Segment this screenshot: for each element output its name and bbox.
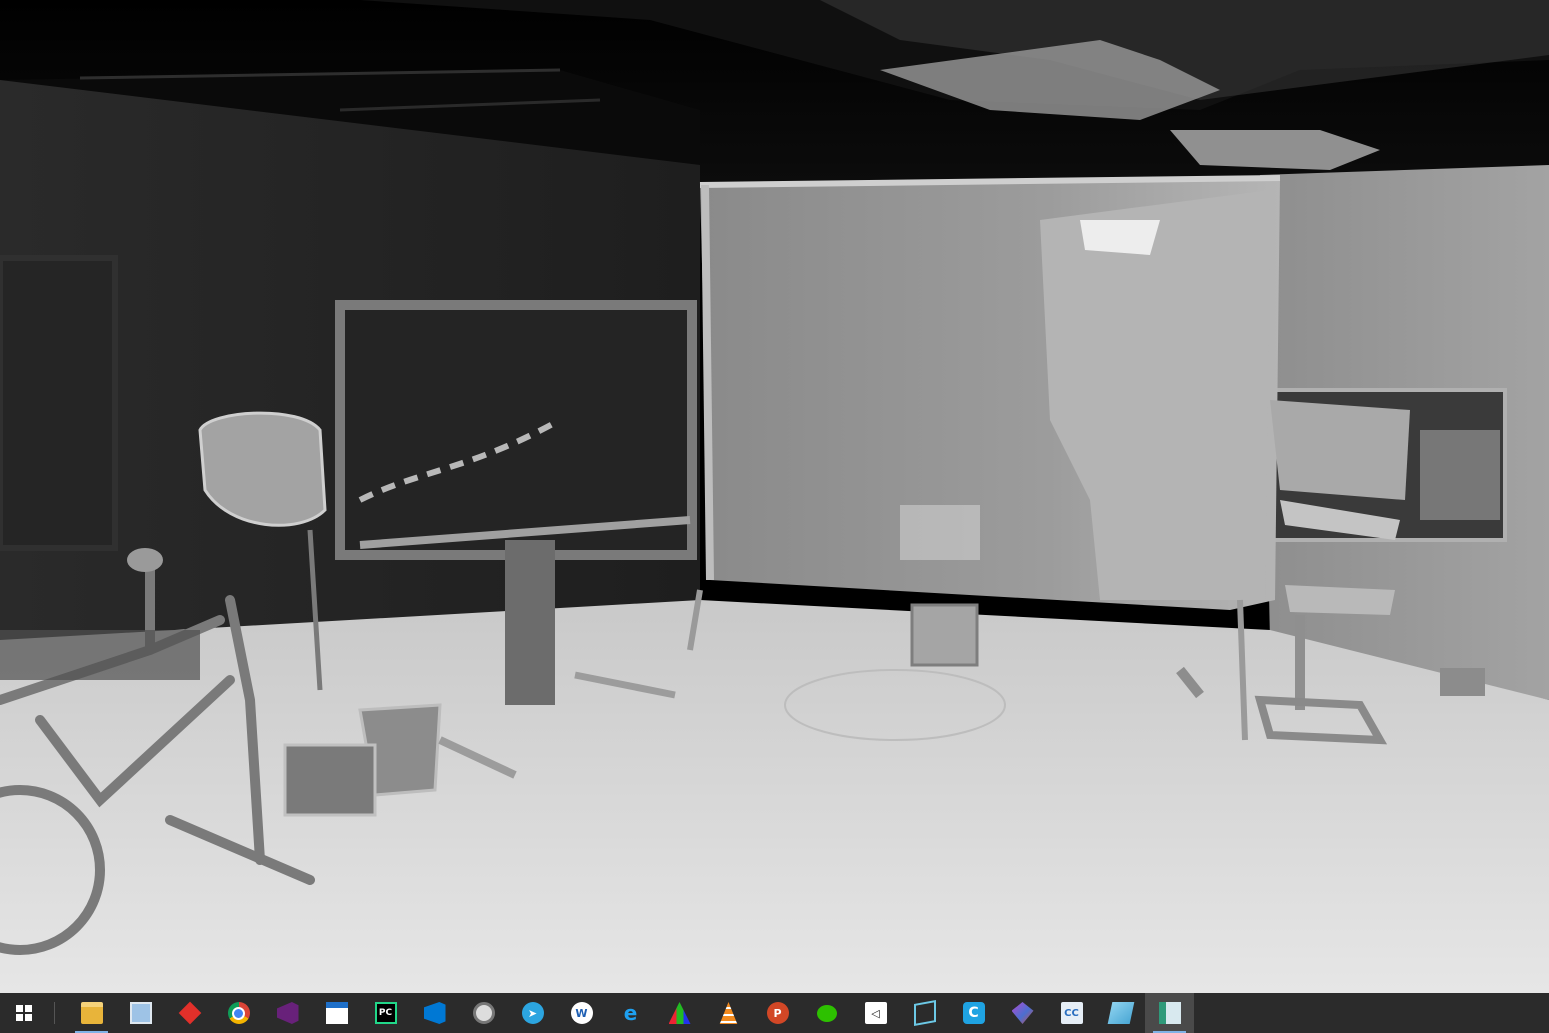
start-button[interactable]	[0, 993, 48, 1033]
taskbar-cloudcompare[interactable]: CC	[1047, 993, 1096, 1033]
windows-logo-icon	[16, 1005, 32, 1021]
taskbar-c-app[interactable]: C	[949, 993, 998, 1033]
taskbar-eye-app[interactable]	[459, 993, 508, 1033]
taskbar-wechat[interactable]	[802, 993, 851, 1033]
taskbar-cube-app[interactable]	[900, 993, 949, 1033]
vlc-cone-icon	[719, 1002, 738, 1024]
mesh-render	[0, 0, 1549, 993]
w-circle-icon: W	[570, 1002, 593, 1024]
taskbar-telegram[interactable]: ➤	[508, 993, 557, 1033]
wall-frame	[0, 255, 118, 551]
mesh-3d-viewport[interactable]	[0, 0, 1549, 993]
telegram-icon: ➤	[521, 1002, 544, 1024]
taskbar-pycharm[interactable]: PC	[361, 993, 410, 1033]
whiteboard	[335, 300, 697, 560]
folder-icon	[80, 1002, 103, 1024]
p-circle-icon: P	[766, 1002, 789, 1024]
c-square-icon: C	[962, 1002, 985, 1024]
gem-icon	[1011, 1002, 1034, 1024]
viewer-window-icon	[1158, 1002, 1181, 1024]
wechat-icon	[816, 1004, 837, 1022]
taskbar-visual-studio[interactable]	[263, 993, 312, 1033]
visual-studio-icon	[276, 1002, 299, 1024]
taskbar-vlc[interactable]	[704, 993, 753, 1033]
taskbar-photos-viewer[interactable]	[116, 993, 165, 1033]
taskbar-wps-writer[interactable]: W	[557, 993, 606, 1033]
taskbar-wps-presentation[interactable]: P	[753, 993, 802, 1033]
taskbar-window-app[interactable]	[312, 993, 361, 1033]
cc-icon: CC	[1060, 1002, 1083, 1024]
floor	[0, 600, 1549, 993]
image-viewer-icon	[129, 1002, 152, 1024]
taskbar-gem-app[interactable]	[998, 993, 1047, 1033]
taskbar-unity[interactable]: ◁	[851, 993, 900, 1033]
taskbar-triangle-app[interactable]	[655, 993, 704, 1033]
windows-taskbar: PC ➤ W e P ◁ C CC	[0, 993, 1549, 1033]
chrome-icon	[227, 1002, 250, 1024]
taskbar-vscode[interactable]	[410, 993, 459, 1033]
wire-cube-icon	[913, 1000, 936, 1026]
pycharm-icon: PC	[374, 1002, 397, 1024]
taskbar-separator	[54, 1002, 55, 1024]
unity-icon: ◁	[864, 1002, 887, 1024]
taskbar-internet-explorer[interactable]: e	[606, 993, 655, 1033]
taskbar-file-explorer[interactable]	[67, 993, 116, 1033]
taskbar-chrome[interactable]	[214, 993, 263, 1033]
taskbar-red-diamond-app[interactable]	[165, 993, 214, 1033]
taskbar-notepad-app[interactable]	[1096, 993, 1145, 1033]
red-diamond-icon	[178, 1001, 201, 1025]
pad-icon	[1107, 1002, 1134, 1024]
eye-icon	[472, 1002, 495, 1024]
vscode-icon	[423, 1002, 446, 1024]
colored-triangle-icon	[668, 1002, 691, 1024]
taskbar-mesh-viewer[interactable]	[1145, 993, 1194, 1033]
window-icon	[325, 1002, 348, 1024]
ie-icon: e	[623, 1001, 638, 1025]
